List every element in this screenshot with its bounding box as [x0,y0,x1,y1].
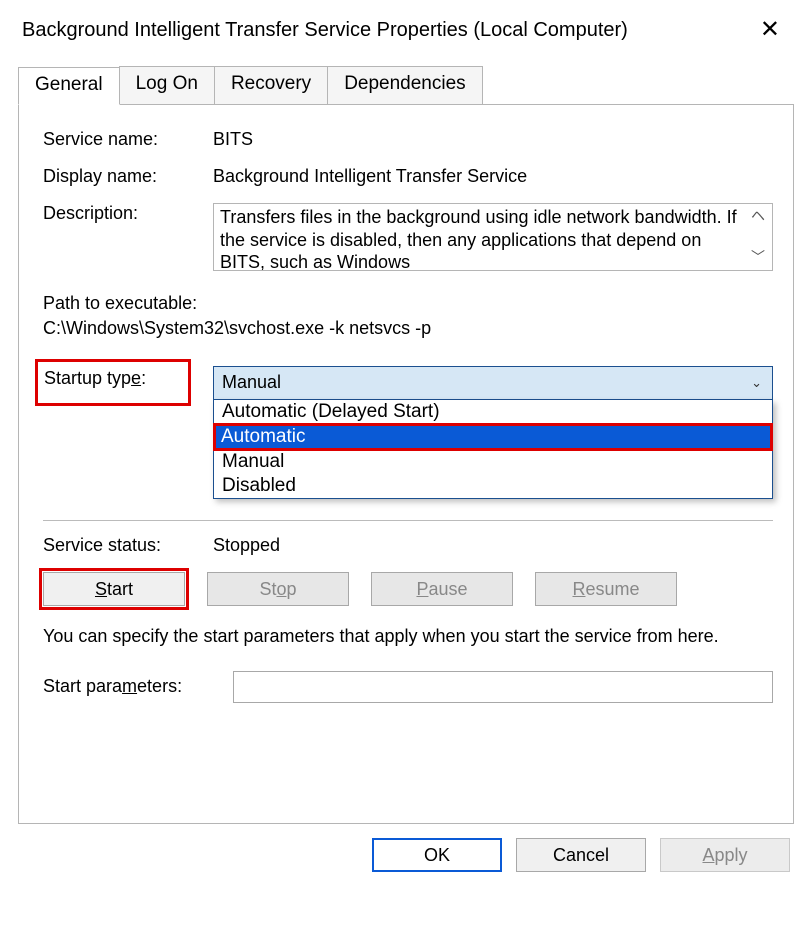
display-name-value: Background Intelligent Transfer Service [213,166,773,187]
tab-general[interactable]: General [18,67,120,105]
startup-option-automatic[interactable]: Automatic [213,423,773,451]
description-box: Transfers files in the background using … [213,203,773,271]
ok-button[interactable]: OK [372,838,502,872]
startup-option-delayed[interactable]: Automatic (Delayed Start) [214,400,772,424]
general-panel: Service name: BITS Display name: Backgro… [18,104,794,824]
startup-option-manual[interactable]: Manual [214,450,772,474]
cancel-button[interactable]: Cancel [516,838,646,872]
chevron-down-icon: ⌄ [751,375,762,391]
close-icon[interactable]: ✕ [750,14,790,46]
path-label: Path to executable: [43,291,773,316]
display-name-label: Display name: [43,166,213,187]
tab-strip: General Log On Recovery Dependencies [18,66,812,104]
start-params-input[interactable] [233,671,773,703]
apply-button: Apply [660,838,790,872]
start-params-hint: You can specify the start parameters tha… [43,624,773,648]
startup-option-disabled[interactable]: Disabled [214,474,772,498]
scroll-down-icon[interactable]: ﹀ [751,249,765,267]
window-title: Background Intelligent Transfer Service … [22,19,628,42]
description-scrollbar[interactable]: ヘ ﹀ [746,206,770,268]
startup-type-combobox[interactable]: Manual ⌄ [213,366,773,400]
description-text: Transfers files in the background using … [220,206,746,268]
description-label: Description: [43,203,213,224]
titlebar: Background Intelligent Transfer Service … [0,0,812,56]
path-value: C:\Windows\System32\svchost.exe -k netsv… [43,316,773,341]
tab-recovery[interactable]: Recovery [214,66,328,104]
startup-type-selected: Manual [222,372,281,393]
service-name-value: BITS [213,129,773,150]
panel-divider [43,520,773,521]
pause-button: Pause [371,572,513,606]
scroll-up-icon[interactable]: ヘ [751,208,765,226]
stop-button: Stop [207,572,349,606]
tab-dependencies[interactable]: Dependencies [327,66,482,104]
start-params-label: Start parameters: [43,676,233,697]
startup-type-label: Startup type: [35,359,191,406]
resume-button: Resume [535,572,677,606]
tab-logon[interactable]: Log On [119,66,215,104]
service-status-value: Stopped [213,535,280,556]
startup-type-dropdown-list: Automatic (Delayed Start) Automatic Manu… [213,400,773,499]
service-name-label: Service name: [43,129,213,150]
start-button[interactable]: Start [43,572,185,606]
service-status-label: Service status: [43,535,213,556]
